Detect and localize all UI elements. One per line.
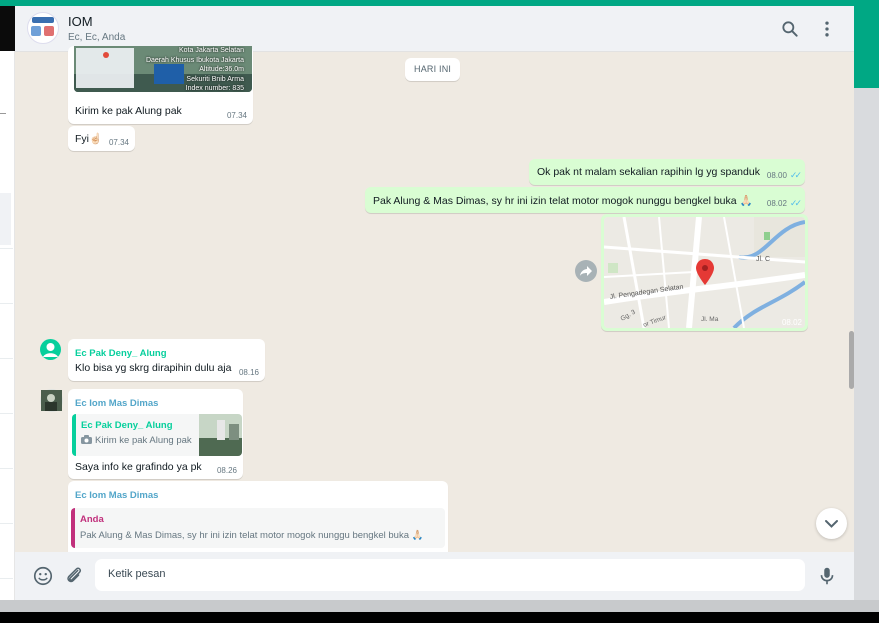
default-avatar-icon[interactable] [40, 339, 61, 360]
date-divider: HARI INI [405, 58, 461, 81]
emoji-icon[interactable] [32, 565, 54, 587]
app-side-accent [854, 6, 879, 88]
message-text: Kirim ke pak Alung pak [75, 105, 182, 117]
message-sender[interactable]: Ec Iom Mas Dimas [75, 490, 158, 501]
message-time: 07.34 [226, 111, 247, 120]
message-bubble-incoming[interactable]: Ec Pak Deny_ Alung Klo bisa yg skrg dira… [68, 339, 265, 381]
forward-icon[interactable] [575, 260, 597, 282]
message-time: 08.02 [766, 199, 787, 208]
location-map[interactable]: Jl. C Jl. Pengadegan Selatan Gg. 3 or Ti… [604, 217, 805, 328]
search-icon[interactable] [780, 19, 800, 39]
window-bottom-edge [0, 600, 879, 612]
message-text: Klo bisa yg skrg dirapihin dulu aja [75, 362, 232, 374]
map-street-label: Jl. C [756, 256, 770, 263]
message-time: 07.34 [108, 138, 129, 147]
message-bubble-incoming[interactable]: Ec Iom Mas Dimas Anda Pak Alung & Mas Di… [68, 481, 448, 561]
conversation-panel: IOM Ec, Ec, Anda Kota Jakarta Selatan Da… [15, 6, 854, 600]
message-bubble-outgoing[interactable]: Pak Alung & Mas Dimas, sy hr ini izin te… [365, 187, 805, 213]
message-time: 08.26 [216, 466, 237, 475]
message-text: Pak Alung & Mas Dimas, sy hr ini izin te… [373, 195, 753, 207]
message-time: 08.00 [766, 171, 787, 180]
message-sender[interactable]: Ec Pak Deny_ Alung [75, 348, 167, 359]
quoted-sender: Anda [80, 514, 104, 525]
message-time: 08.16 [238, 368, 259, 377]
map-street-label: Jl. Ma [701, 316, 719, 323]
message-text: Ok pak nt malam sekalian rapihin lg yg s… [537, 166, 760, 178]
message-input-placeholder: Ketik pesan [108, 568, 166, 580]
read-ticks-icon: ✓✓ [789, 170, 802, 180]
group-avatar[interactable] [27, 12, 59, 44]
message-text: Fyi☝🏻 [75, 133, 103, 145]
chat-list-selected-item[interactable] [0, 193, 11, 245]
message-input[interactable]: Ketik pesan [95, 559, 805, 591]
avatar[interactable] [40, 389, 63, 412]
message-time: 08.02 [781, 318, 802, 327]
scroll-to-bottom-button[interactable] [816, 508, 847, 539]
message-bubble-incoming[interactable]: Kota Jakarta Selatan Daerah Khusus Ibuko… [68, 46, 253, 124]
menu-icon[interactable] [817, 19, 837, 39]
message-bubble-incoming[interactable]: Ec Iom Mas Dimas Ec Pak Deny_ Alung Kiri… [68, 389, 243, 479]
mic-icon[interactable] [816, 565, 838, 587]
photo-watermark: Kota Jakarta Selatan Daerah Khusus Ibuko… [145, 47, 244, 92]
message-bubble-outgoing-location[interactable]: Jl. C Jl. Pengadegan Selatan Gg. 3 or Ti… [601, 214, 808, 331]
message-photo[interactable]: Kota Jakarta Selatan Daerah Khusus Ibuko… [74, 46, 252, 92]
group-members: Ec, Ec, Anda [68, 32, 126, 43]
quoted-text: Kirim ke pak Alung pak [95, 435, 192, 446]
read-ticks-icon: ✓✓ [789, 198, 802, 208]
group-name[interactable]: IOM [68, 14, 93, 29]
message-bubble-incoming[interactable]: Fyi☝🏻 07.34 [68, 126, 135, 151]
message-composer: Ketik pesan [15, 552, 854, 600]
chat-list-panel [0, 51, 15, 600]
message-sender[interactable]: Ec Iom Mas Dimas [75, 398, 158, 409]
message-text: Saya info ke grafindo ya pk [75, 461, 202, 473]
quoted-sender: Ec Pak Deny_ Alung [81, 420, 173, 431]
quoted-text: Pak Alung & Mas Dimas, sy hr ini izin te… [80, 530, 424, 541]
quoted-message[interactable]: Anda Pak Alung & Mas Dimas, sy hr ini iz… [71, 508, 445, 548]
attach-icon[interactable] [63, 565, 85, 587]
screen-bottom-edge [0, 612, 879, 623]
app-side-background [854, 88, 879, 600]
chat-scrollbar[interactable] [849, 331, 854, 389]
quoted-message[interactable]: Ec Pak Deny_ Alung Kirim ke pak Alung pa… [72, 414, 242, 456]
quoted-photo-thumbnail [199, 414, 242, 456]
chevron-down-icon [825, 520, 838, 528]
camera-icon [81, 435, 92, 444]
message-bubble-outgoing[interactable]: Ok pak nt malam sekalian rapihin lg yg s… [529, 159, 805, 185]
